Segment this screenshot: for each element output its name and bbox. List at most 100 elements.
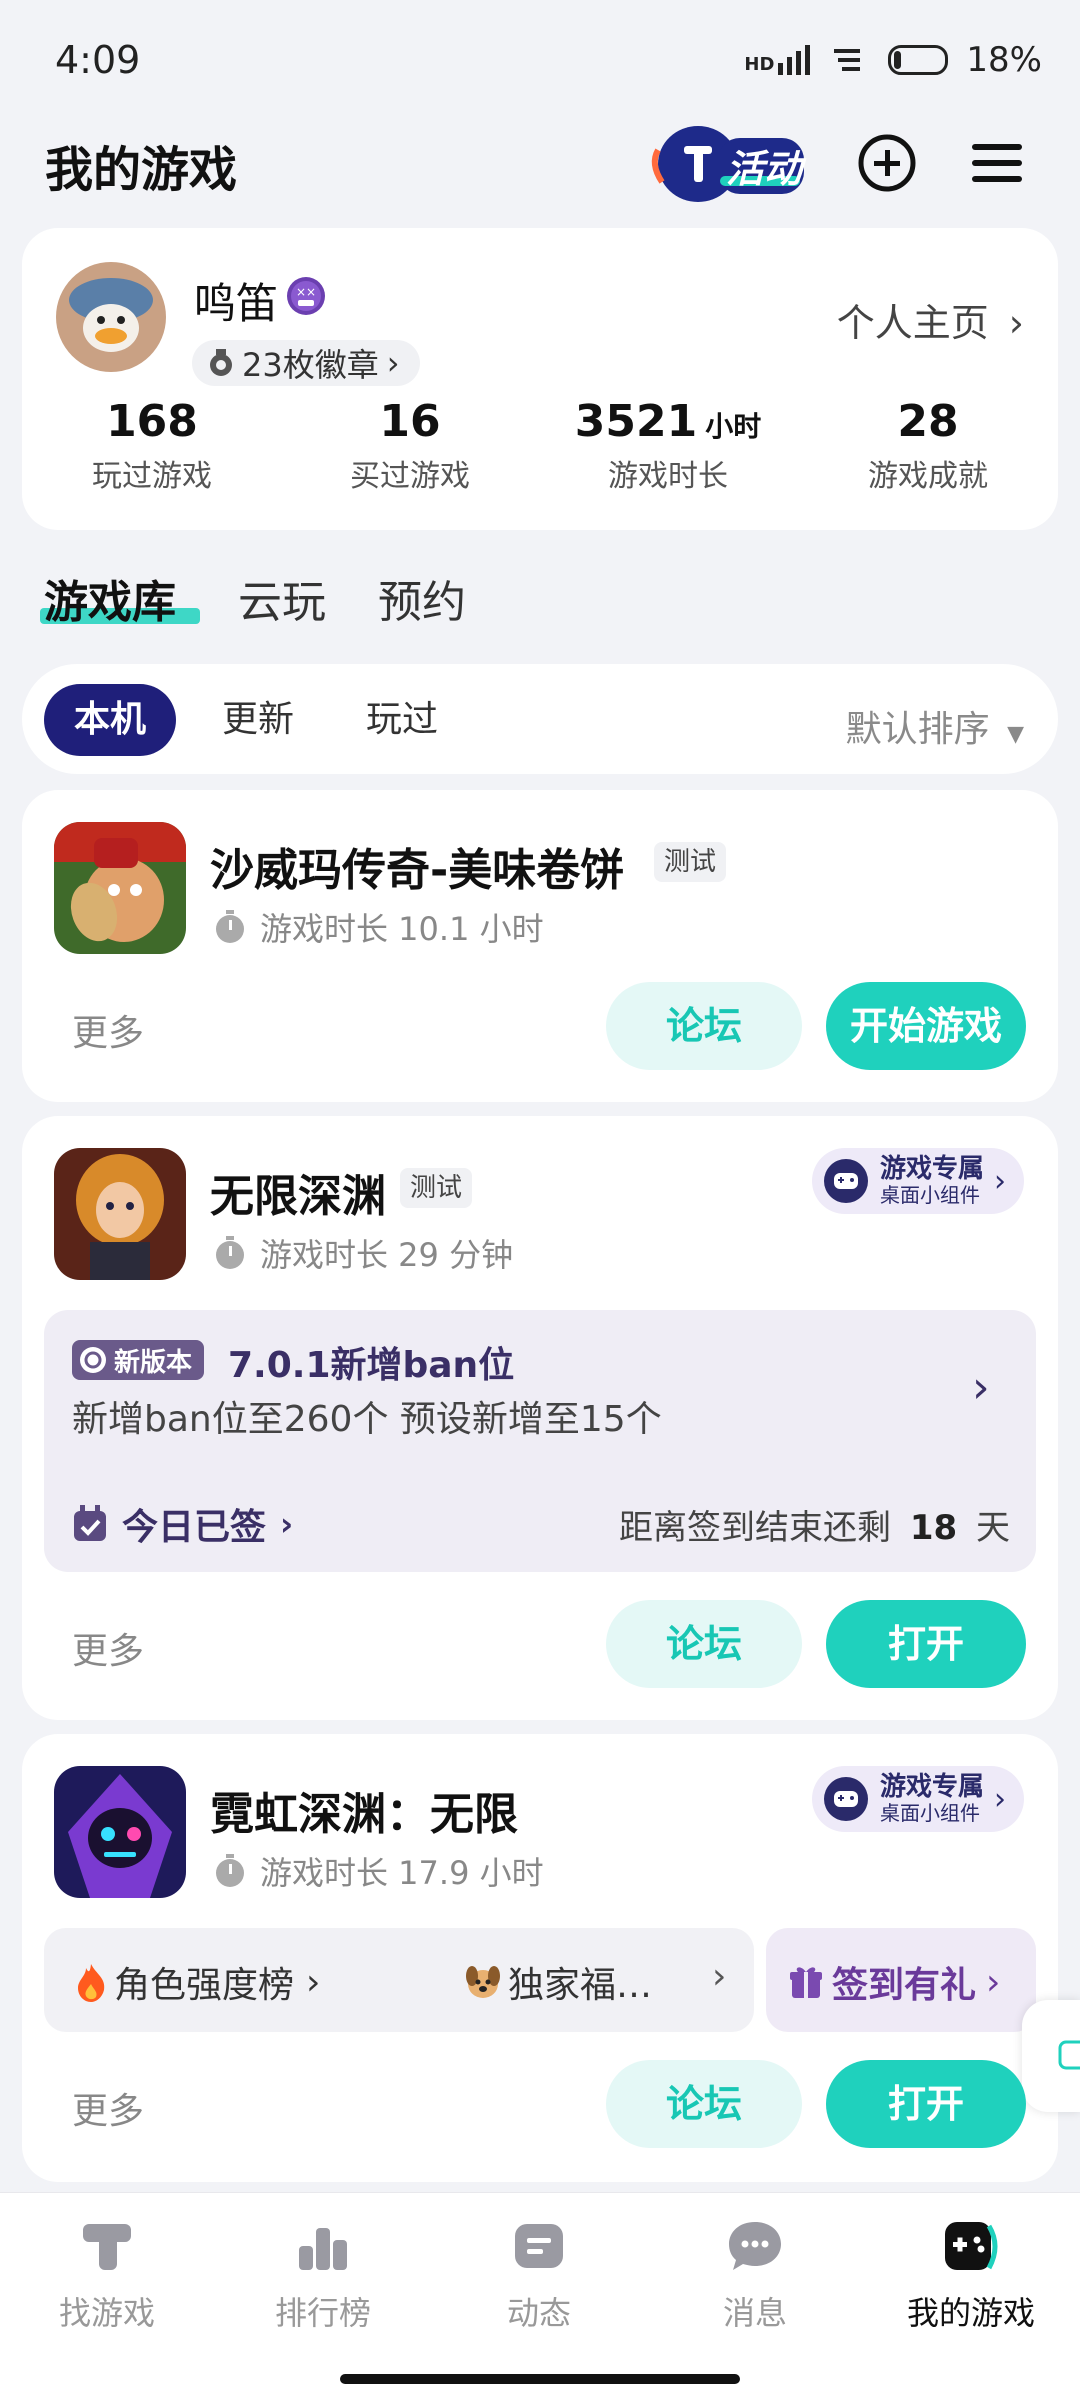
fire-icon	[78, 1964, 105, 2002]
new-version-badge: 新版本	[72, 1340, 205, 1380]
game-icon[interactable]	[54, 1148, 186, 1280]
wifi-icon	[834, 49, 861, 71]
news-body: 新增ban位至260个 预设新增至15个	[72, 1399, 662, 1440]
badges-count: 23枚徽章	[242, 346, 379, 384]
nav-label: 我的游戏	[906, 2294, 1035, 2332]
tab-cloud-play[interactable]: 云玩	[238, 566, 326, 630]
start-game-button[interactable]: 开始游戏	[826, 982, 1026, 1070]
filter-played[interactable]: 玩过	[336, 684, 468, 756]
playtime-text: 游戏时长 29 分钟	[260, 1236, 514, 1274]
gift-icon	[790, 1967, 822, 1998]
stat-games-bought[interactable]: 16 买过游戏	[300, 396, 520, 495]
more-button[interactable]: 更多	[72, 1622, 144, 1674]
nav-messages[interactable]: 消息	[680, 2216, 830, 2334]
nav-label: 找游戏	[58, 2294, 155, 2332]
playtime: 游戏时长 10.1 小时	[214, 904, 544, 950]
playtime: 游戏时长 29 分钟	[214, 1230, 513, 1276]
filter-updates[interactable]: 更新	[192, 684, 324, 756]
forum-button[interactable]: 论坛	[606, 982, 802, 1070]
stopwatch-icon	[216, 1854, 244, 1887]
battery-percent: 18%	[966, 40, 1042, 80]
t-logo-icon	[83, 2224, 131, 2270]
gamepad-icon	[824, 1777, 868, 1821]
activity-label: 活动	[726, 147, 803, 191]
shortcut-label: 角色强度榜	[114, 1965, 295, 2006]
forum-button[interactable]: 论坛	[606, 1600, 802, 1688]
new-version-label: 新版本	[114, 1347, 193, 1378]
tab-reservation[interactable]: 预约	[378, 566, 466, 630]
status-time: 4:09	[55, 38, 141, 82]
activity-badge[interactable]: 活动	[640, 120, 810, 206]
countdown-suffix: 天	[976, 1508, 1010, 1548]
more-button[interactable]: 更多	[72, 1004, 144, 1056]
nav-find-games[interactable]: 找游戏	[32, 2216, 182, 2334]
home-indicator[interactable]	[340, 2374, 740, 2384]
more-button[interactable]: 更多	[72, 2082, 144, 2134]
stat-value: 16	[379, 396, 441, 447]
stat-games-played[interactable]: 168 玩过游戏	[42, 396, 262, 495]
checkin-status[interactable]: 今日已签 ›	[72, 1498, 293, 1550]
shortcut-label: 独家福…	[508, 1965, 653, 2006]
nav-label: 消息	[722, 2294, 787, 2332]
forum-button[interactable]: 论坛	[606, 2060, 802, 2148]
caret-down-icon: ▼	[1007, 722, 1024, 747]
nav-my-games[interactable]: 我的游戏	[896, 2216, 1046, 2334]
game-title[interactable]: 沙威玛传奇-美味卷饼	[210, 834, 624, 898]
chat-icon	[729, 2222, 781, 2270]
chevron-right-icon: ›	[986, 1961, 1001, 2003]
widget-title: 游戏专属	[880, 1772, 985, 1802]
game-title[interactable]: 霓虹深渊：无限	[210, 1778, 518, 1842]
medal-icon	[210, 349, 232, 376]
ranking-icon	[299, 2228, 347, 2270]
desktop-widget-chip[interactable]: 游戏专属 桌面小组件 ›	[812, 1766, 1025, 1832]
stat-unit: 小时	[705, 410, 762, 443]
stat-play-time[interactable]: 3521 小时 游戏时长	[558, 396, 778, 495]
dog-icon	[466, 1966, 500, 1998]
page-title: 我的游戏	[45, 142, 238, 198]
open-button[interactable]: 打开	[826, 1600, 1026, 1688]
game-title[interactable]: 无限深渊	[210, 1160, 386, 1224]
desktop-widget-chip[interactable]: 游戏专属 桌面小组件 ›	[812, 1148, 1025, 1214]
svg-text:××: ××	[296, 285, 316, 299]
widget-title: 游戏专属	[880, 1154, 985, 1184]
checkin-label: 今日已签	[122, 1507, 267, 1548]
profile-home-link[interactable]: 个人主页 ›	[837, 292, 1024, 347]
shortcut-exclusive[interactable]: 独家福…	[464, 1956, 652, 2008]
nav-label: 排行榜	[274, 2294, 371, 2332]
badges-chip[interactable]: 23枚徽章 ›	[192, 340, 420, 386]
open-button[interactable]: 打开	[826, 2060, 1026, 2148]
username: 鸣笛	[194, 279, 279, 328]
playtime-text: 游戏时长 10.1 小时	[260, 910, 544, 948]
widget-subtitle: 桌面小组件	[880, 1183, 980, 1207]
battery-icon	[888, 45, 949, 75]
stat-value: 3521	[574, 396, 698, 447]
chevron-right-icon: ›	[712, 1956, 727, 1997]
stat-achievements[interactable]: 28 游戏成就	[818, 396, 1038, 495]
nav-feed[interactable]: 动态	[464, 2216, 614, 2334]
game-icon[interactable]	[54, 1766, 186, 1898]
game-icon[interactable]	[54, 822, 186, 954]
shortcut-tier-list[interactable]: 角色强度榜 ›	[74, 1956, 320, 2008]
filter-local[interactable]: 本机	[44, 684, 177, 756]
checkin-gift[interactable]: 签到有礼 ›	[790, 1956, 1000, 2008]
profile-home-label: 个人主页	[836, 301, 989, 345]
calendar-check-icon	[74, 1505, 106, 1541]
sort-dropdown[interactable]: 默认排序 ▼	[846, 700, 1024, 752]
refresh-icon	[80, 1347, 106, 1373]
chevron-right-icon: ›	[1008, 301, 1024, 345]
test-tag: 测试	[400, 1168, 473, 1208]
gamepad-icon	[824, 1159, 868, 1203]
stat-value: 168	[106, 396, 198, 447]
chevron-right-icon: ›	[280, 1505, 294, 1543]
chevron-right-icon: ›	[994, 1163, 1007, 1199]
network-label: HD	[744, 54, 775, 75]
stopwatch-icon	[216, 1236, 244, 1269]
avatar[interactable]	[56, 262, 166, 372]
tab-library[interactable]: 游戏库	[44, 566, 176, 630]
add-circle-icon[interactable]	[856, 132, 918, 194]
floating-download-tab[interactable]	[1022, 2000, 1080, 2112]
playtime: 游戏时长 17.9 小时	[214, 1848, 544, 1894]
stat-value: 28	[897, 396, 959, 447]
menu-icon[interactable]	[966, 132, 1028, 194]
nav-rankings[interactable]: 排行榜	[248, 2216, 398, 2334]
